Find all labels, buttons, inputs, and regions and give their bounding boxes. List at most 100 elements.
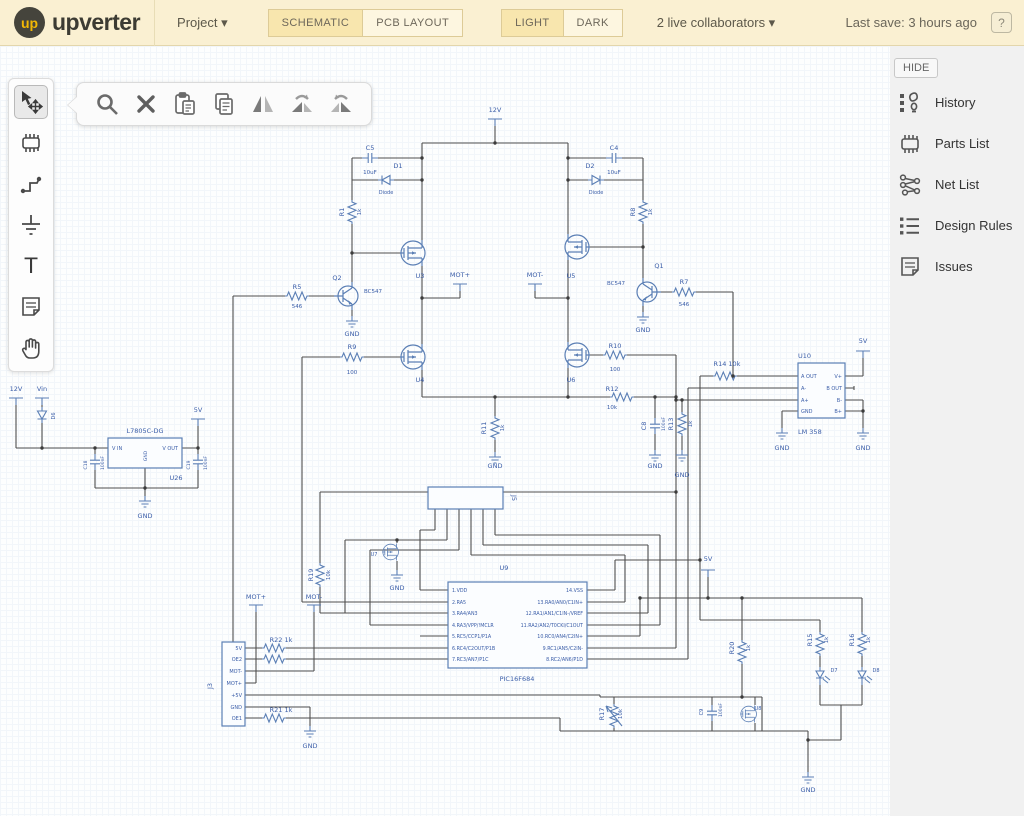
sidebar-item-history[interactable]: History	[890, 82, 1024, 123]
svg-text:B+: B+	[834, 409, 842, 415]
note-icon	[18, 294, 44, 320]
schematic-canvas[interactable]: 12VMOT+MOT-C510uFD1DiodeC410uFD2DiodeR11…	[0, 46, 1024, 816]
flip-horizontal-tool[interactable]	[247, 88, 279, 120]
delete-x-icon	[132, 90, 160, 118]
add-net-tool[interactable]	[14, 167, 48, 201]
svg-text:GND: GND	[801, 409, 813, 415]
svg-text:R21 1k: R21 1k	[270, 706, 293, 714]
chip-icon	[18, 130, 44, 156]
add-note-tool[interactable]	[14, 290, 48, 324]
svg-text:GND: GND	[143, 450, 149, 461]
help-button[interactable]: ?	[991, 12, 1012, 33]
svg-text:10uF: 10uF	[363, 170, 377, 176]
copy-tool[interactable]	[208, 88, 240, 120]
upverter-logo-icon: up	[14, 7, 45, 38]
paste-tool[interactable]	[169, 88, 201, 120]
sidebar-item-label: History	[935, 95, 975, 110]
app-header: up upverter Project ▾ SCHEMATIC PCB LAYO…	[0, 0, 1024, 46]
svg-text:5.RC5/CCP1/P1A: 5.RC5/CCP1/P1A	[452, 634, 492, 640]
svg-text:BC547: BC547	[364, 289, 383, 295]
theme-dark-button[interactable]: DARK	[564, 9, 623, 37]
svg-text:R12: R12	[606, 385, 619, 393]
svg-text:D6: D6	[51, 412, 57, 419]
svg-text:PIC16F684: PIC16F684	[500, 675, 535, 683]
component-symbols	[0, 46, 872, 783]
svg-text:7.RC3/AN7/P1C: 7.RC3/AN7/P1C	[452, 657, 489, 663]
svg-text:Q2: Q2	[332, 274, 341, 282]
tab-pcb-layout[interactable]: PCB LAYOUT	[363, 9, 463, 37]
selection-toolbar	[76, 82, 372, 126]
svg-text:5V: 5V	[235, 646, 242, 652]
svg-text:R10: R10	[609, 342, 622, 350]
svg-text:A OUT: A OUT	[801, 374, 818, 380]
svg-text:D1: D1	[393, 162, 402, 170]
svg-text:A+: A+	[801, 398, 809, 404]
svg-text:C19: C19	[186, 460, 192, 469]
ground-icon	[18, 212, 44, 238]
left-toolbar: T	[8, 78, 54, 372]
tab-schematic[interactable]: SCHEMATIC	[268, 9, 364, 37]
svg-text:4.RA3/VPP/!MCLR: 4.RA3/VPP/!MCLR	[452, 623, 494, 629]
hand-icon	[18, 335, 44, 361]
svg-text:+5V: +5V	[231, 693, 242, 699]
svg-text:GND: GND	[303, 742, 318, 750]
right-sidebar: HIDE History Parts List	[890, 46, 1024, 816]
sidebar-item-design-rules[interactable]: Design Rules	[890, 205, 1024, 246]
svg-text:U10: U10	[798, 352, 811, 360]
delete-tool[interactable]	[130, 88, 162, 120]
svg-text:1k: 1k	[746, 644, 752, 651]
rotate-ccw-tool[interactable]	[325, 88, 357, 120]
project-menu[interactable]: Project ▾	[177, 15, 228, 31]
svg-text:1k: 1k	[688, 420, 694, 427]
zoom-tool[interactable]	[91, 88, 123, 120]
sidebar-item-label: Parts List	[935, 136, 989, 151]
rotate-cw-icon	[288, 90, 316, 118]
theme-light-button[interactable]: LIGHT	[501, 9, 563, 37]
svg-text:MOT+: MOT+	[450, 271, 470, 279]
flip-horizontal-icon	[249, 90, 277, 118]
rules-list-icon	[897, 213, 923, 239]
svg-text:D8: D8	[872, 668, 879, 674]
svg-text:R1: R1	[338, 208, 346, 217]
svg-text:MOT-: MOT-	[306, 593, 323, 601]
rotate-ccw-icon	[327, 90, 355, 118]
svg-text:GND: GND	[856, 444, 871, 452]
issues-note-icon	[897, 254, 923, 280]
svg-text:Diode: Diode	[379, 190, 394, 196]
svg-text:J3: J3	[206, 683, 214, 690]
pan-tool[interactable]	[14, 331, 48, 365]
svg-text:10k: 10k	[618, 708, 624, 719]
svg-text:100nF: 100nF	[203, 456, 209, 470]
svg-text:100: 100	[347, 370, 358, 376]
sidebar-item-label: Issues	[935, 259, 973, 274]
svg-text:R9: R9	[348, 343, 357, 351]
svg-text:546: 546	[292, 304, 303, 310]
svg-text:5V: 5V	[859, 337, 868, 345]
rotate-cw-tool[interactable]	[286, 88, 318, 120]
upverter-logo[interactable]: up upverter	[0, 0, 154, 45]
sidebar-item-issues[interactable]: Issues	[890, 246, 1024, 287]
svg-text:6.RC4/C2OUT/P1B: 6.RC4/C2OUT/P1B	[452, 646, 495, 652]
svg-text:T: T	[24, 254, 38, 278]
svg-text:U4: U4	[416, 376, 425, 384]
hide-panel-button[interactable]: HIDE	[894, 58, 938, 78]
svg-text:MOT+: MOT+	[246, 593, 266, 601]
sidebar-item-parts-list[interactable]: Parts List	[890, 123, 1024, 164]
add-text-tool[interactable]: T	[14, 249, 48, 283]
svg-text:V+: V+	[834, 374, 842, 380]
svg-text:GND: GND	[390, 584, 405, 592]
select-move-tool[interactable]	[14, 85, 48, 119]
text-icon: T	[18, 253, 44, 279]
svg-text:R11: R11	[480, 422, 488, 435]
svg-text:A-: A-	[801, 386, 806, 392]
svg-text:U3: U3	[416, 272, 425, 280]
add-ground-tool[interactable]	[14, 208, 48, 242]
sidebar-item-label: Design Rules	[935, 218, 1012, 233]
svg-text:100nF: 100nF	[100, 456, 106, 470]
collaborators-menu[interactable]: 2 live collaborators ▾	[657, 15, 776, 31]
svg-text:1k: 1k	[648, 208, 654, 215]
sidebar-item-net-list[interactable]: Net List	[890, 164, 1024, 205]
svg-text:U6: U6	[567, 376, 576, 384]
last-save-status: Last save: 3 hours ago	[845, 15, 977, 30]
add-part-tool[interactable]	[14, 126, 48, 160]
